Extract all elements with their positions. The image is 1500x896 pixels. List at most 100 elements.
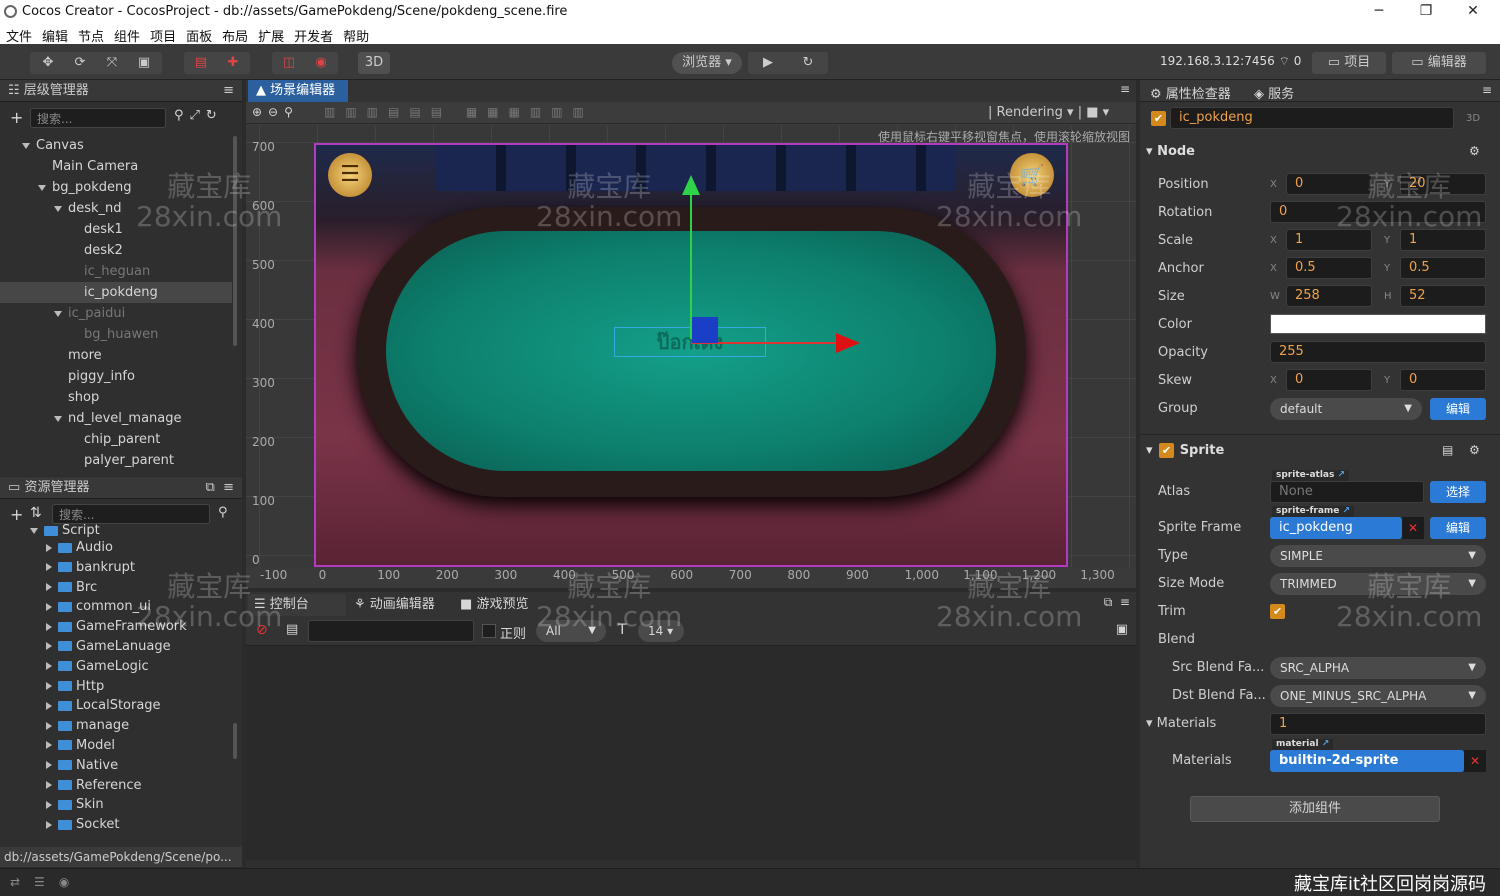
center-icon[interactable]: ✚ xyxy=(217,52,249,74)
rotation-input[interactable]: 0 xyxy=(1270,201,1486,223)
hierarchy-scrollbar[interactable] xyxy=(233,136,237,346)
move-tool-icon[interactable]: ✥ xyxy=(32,52,64,74)
tree-node-ic-paidui[interactable]: ic_paidui xyxy=(0,303,232,324)
menu-component[interactable]: 组件 xyxy=(108,24,144,45)
gizmo-y-arrow[interactable] xyxy=(682,175,700,195)
status-icons[interactable]: ⇄☰◉ xyxy=(10,875,83,889)
doc-icon[interactable]: ▤ xyxy=(1442,443,1453,457)
menu-button-icon[interactable]: ☰ xyxy=(328,153,372,197)
scale-tool-icon[interactable]: ⤧ xyxy=(96,52,128,74)
search-icon[interactable]: ⚲⤢↻ xyxy=(174,108,223,123)
collapse-arrow-icon[interactable] xyxy=(46,701,52,710)
skew-x-input[interactable]: 0 xyxy=(1286,369,1372,391)
assets-search-input[interactable]: 搜索... xyxy=(52,504,210,524)
size-h-input[interactable]: 52 xyxy=(1400,285,1486,307)
console-tab[interactable]: ☰ 控制台 xyxy=(248,594,346,616)
scale-y-input[interactable]: 1 xyxy=(1400,229,1486,251)
service-tab[interactable]: ◈ 服务 xyxy=(1254,83,1294,102)
sprite-section-header[interactable]: ▾ Sprite xyxy=(1146,443,1224,458)
tree-node-ic-pokdeng[interactable]: ic_pokdeng xyxy=(0,282,232,303)
tree-node-main camera[interactable]: Main Camera xyxy=(0,156,232,177)
gizmo-icon[interactable]: ◉ xyxy=(305,52,337,74)
add-asset-icon[interactable]: + xyxy=(10,505,23,524)
collapse-arrow-icon[interactable] xyxy=(46,622,52,631)
color-swatch[interactable] xyxy=(1270,314,1486,334)
scene-viewport[interactable]: 使用鼠标右键平移视窗焦点，使用滚轮缩放视图 700 600 500 400 300 200… xyxy=(246,126,1136,588)
inspector-tab[interactable]: ⚙ 属性检查器 xyxy=(1150,83,1231,102)
scale-x-input[interactable]: 1 xyxy=(1286,229,1372,251)
collapse-arrow-icon[interactable] xyxy=(46,781,52,790)
zoom-icons[interactable]: ⊕⊖⚲ xyxy=(252,105,299,119)
clear-icon[interactable]: ⊘ xyxy=(256,622,268,638)
collapse-arrow-icon[interactable] xyxy=(46,642,52,651)
menu-node[interactable]: 节点 xyxy=(72,24,108,45)
material-input[interactable]: builtin-2d-sprite xyxy=(1270,750,1464,772)
collapse-arrow-icon[interactable] xyxy=(46,820,52,829)
scene-tab[interactable]: ▲ 场景编辑器 xyxy=(248,80,348,102)
tree-node-palyer-parent[interactable]: palyer_parent xyxy=(0,450,232,471)
collapse-arrow-icon[interactable] xyxy=(46,800,52,809)
preview-browser-select[interactable]: 浏览器 ▾ xyxy=(672,52,742,74)
expand-arrow-icon[interactable] xyxy=(54,415,62,422)
collapse-arrow-icon[interactable] xyxy=(46,602,52,611)
size-mode-select[interactable]: TRIMMED xyxy=(1270,573,1486,595)
minimize-button[interactable]: ─ xyxy=(1356,0,1402,24)
maximize-button[interactable]: ❐ xyxy=(1403,0,1449,24)
menu-panel[interactable]: 面板 xyxy=(180,24,216,45)
opacity-input[interactable]: 255 xyxy=(1270,341,1486,363)
asset-folder-gameframework[interactable]: GameFramework xyxy=(0,617,232,637)
node-name-input[interactable]: ic_pokdeng xyxy=(1170,107,1454,129)
collapse-arrow-icon[interactable] xyxy=(46,543,52,552)
sort-icon[interactable]: ⇅ xyxy=(30,505,42,521)
atlas-input[interactable]: None xyxy=(1270,481,1424,503)
collapse-arrow-icon[interactable] xyxy=(46,741,52,750)
expand-arrow-icon[interactable] xyxy=(54,310,62,317)
menu-layout[interactable]: 布局 xyxy=(216,24,252,45)
refresh-icon[interactable]: ↻ xyxy=(788,52,828,74)
select-atlas-button[interactable]: 选择 xyxy=(1430,481,1486,503)
sprite-enabled-checkbox[interactable]: ✔ xyxy=(1159,443,1174,458)
gear-icon[interactable]: ⚙ xyxy=(1469,144,1480,158)
regex-checkbox[interactable] xyxy=(482,624,496,638)
gizmo-center-handle[interactable] xyxy=(692,317,718,343)
node-section-header[interactable]: ▾ Node xyxy=(1146,144,1195,159)
menu-developer[interactable]: 开发者 xyxy=(288,24,337,45)
asset-folder-model[interactable]: Model xyxy=(0,736,232,756)
menu-project[interactable]: 项目 xyxy=(144,24,180,45)
game-preview-tab[interactable]: ■ 游戏预览 xyxy=(460,594,528,616)
asset-folder-gamelogic[interactable]: GameLogic xyxy=(0,657,232,677)
tree-node-desk1[interactable]: desk1 xyxy=(0,219,232,240)
position-x-input[interactable]: 0 xyxy=(1286,173,1372,195)
sprite-frame-input[interactable]: ic_pokdeng xyxy=(1270,517,1402,539)
type-select[interactable]: SIMPLE xyxy=(1270,545,1486,567)
tree-node-desk2[interactable]: desk2 xyxy=(0,240,232,261)
tree-node-shop[interactable]: shop xyxy=(0,387,232,408)
menu-extension[interactable]: 扩展 xyxy=(252,24,288,45)
gizmo-x-arrow[interactable] xyxy=(836,333,860,353)
shop-cart-icon[interactable]: 🛒 xyxy=(1010,153,1054,197)
expand-arrow-icon[interactable] xyxy=(22,142,30,149)
menu-icon[interactable]: ≡ xyxy=(1482,83,1492,97)
asset-folder-gamelanuage[interactable]: GameLanuage xyxy=(0,637,232,657)
edit-sprite-frame-button[interactable]: 编辑 xyxy=(1430,517,1486,539)
open-project-button[interactable]: ▭ 项目 xyxy=(1312,52,1386,74)
trim-checkbox[interactable]: ✔ xyxy=(1270,604,1285,619)
menu-file[interactable]: 文件 xyxy=(0,24,36,45)
game-canvas[interactable]: ☰ 🛒 ป๊อกเด้ง xyxy=(314,143,1068,567)
align-icons[interactable]: ▥▥▥▤▤▤ ▦▦▦▥▥▥ xyxy=(324,105,594,119)
rendering-select[interactable]: | Rendering ▾ | ■ ▾ xyxy=(988,105,1109,120)
close-button[interactable]: ✕ xyxy=(1450,0,1496,24)
src-blend-select[interactable]: SRC_ALPHA xyxy=(1270,657,1486,679)
open-editor-button[interactable]: ▭ 编辑器 xyxy=(1392,52,1486,74)
materials-array-label[interactable]: ▾ Materials xyxy=(1146,716,1216,731)
menu-help[interactable]: 帮助 xyxy=(337,24,373,45)
group-select[interactable]: default xyxy=(1270,398,1422,420)
assets-tab[interactable]: ▭ 资源管理器 ⧉ ≡ xyxy=(0,477,242,499)
clear-material-icon[interactable]: ✕ xyxy=(1464,750,1486,772)
materials-count-input[interactable]: 1 xyxy=(1270,713,1486,735)
asset-folder-skin[interactable]: Skin xyxy=(0,795,232,815)
expand-arrow-icon[interactable] xyxy=(38,184,46,191)
tree-node-canvas[interactable]: Canvas xyxy=(0,135,232,156)
log-level-select[interactable]: All xyxy=(536,620,606,642)
asset-folder-native[interactable]: Native xyxy=(0,756,232,776)
